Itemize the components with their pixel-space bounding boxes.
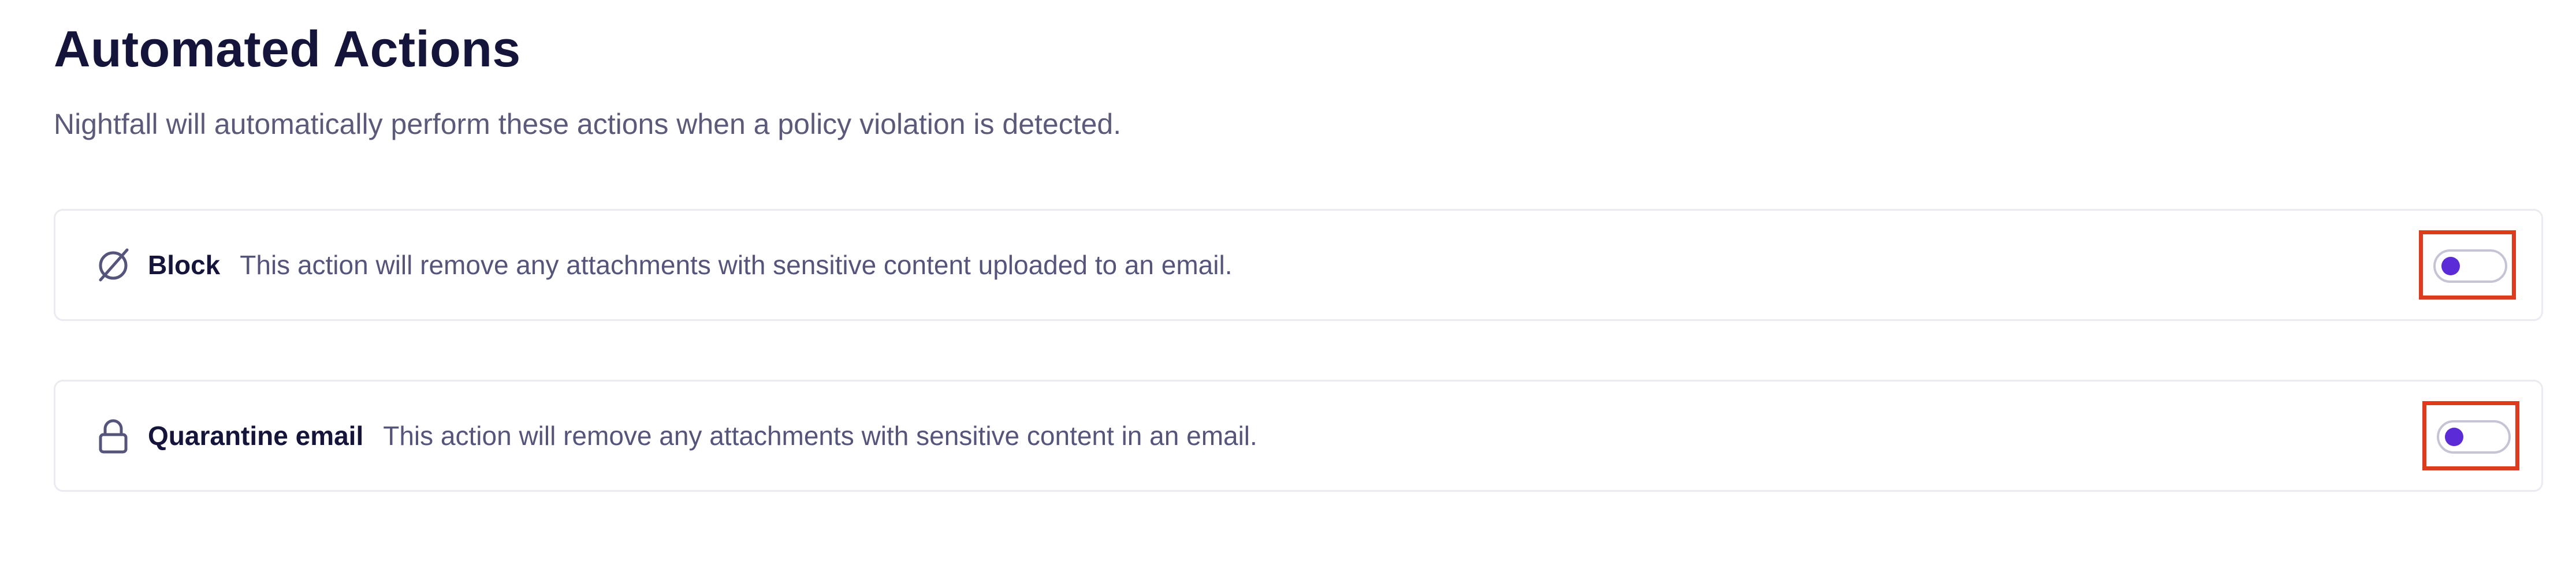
action-description: This action will remove any attachments … [240, 250, 1233, 280]
page-subtitle: Nightfall will automatically perform the… [54, 108, 1122, 140]
toggle-highlight-box [2419, 230, 2516, 300]
toggle-knob [2445, 428, 2463, 446]
block-icon [92, 244, 134, 286]
automated-actions-section: Automated Actions Nightfall will automat… [54, 0, 2544, 561]
action-name: Block [148, 250, 221, 280]
action-name: Quarantine email [148, 421, 364, 451]
block-toggle[interactable] [2433, 249, 2507, 283]
action-text: Block This action will remove any attach… [148, 211, 1232, 319]
action-description: This action will remove any attachments … [383, 421, 1257, 451]
action-text: Quarantine email This action will remove… [148, 382, 1257, 490]
quarantine-email-toggle[interactable] [2437, 420, 2511, 454]
page-title: Automated Actions [54, 20, 521, 77]
action-card-block: Block This action will remove any attach… [54, 209, 2543, 321]
toggle-knob [2441, 257, 2460, 275]
action-card-quarantine-email: Quarantine email This action will remove… [54, 380, 2543, 492]
toggle-highlight-box [2422, 401, 2519, 470]
lock-icon [92, 415, 134, 457]
